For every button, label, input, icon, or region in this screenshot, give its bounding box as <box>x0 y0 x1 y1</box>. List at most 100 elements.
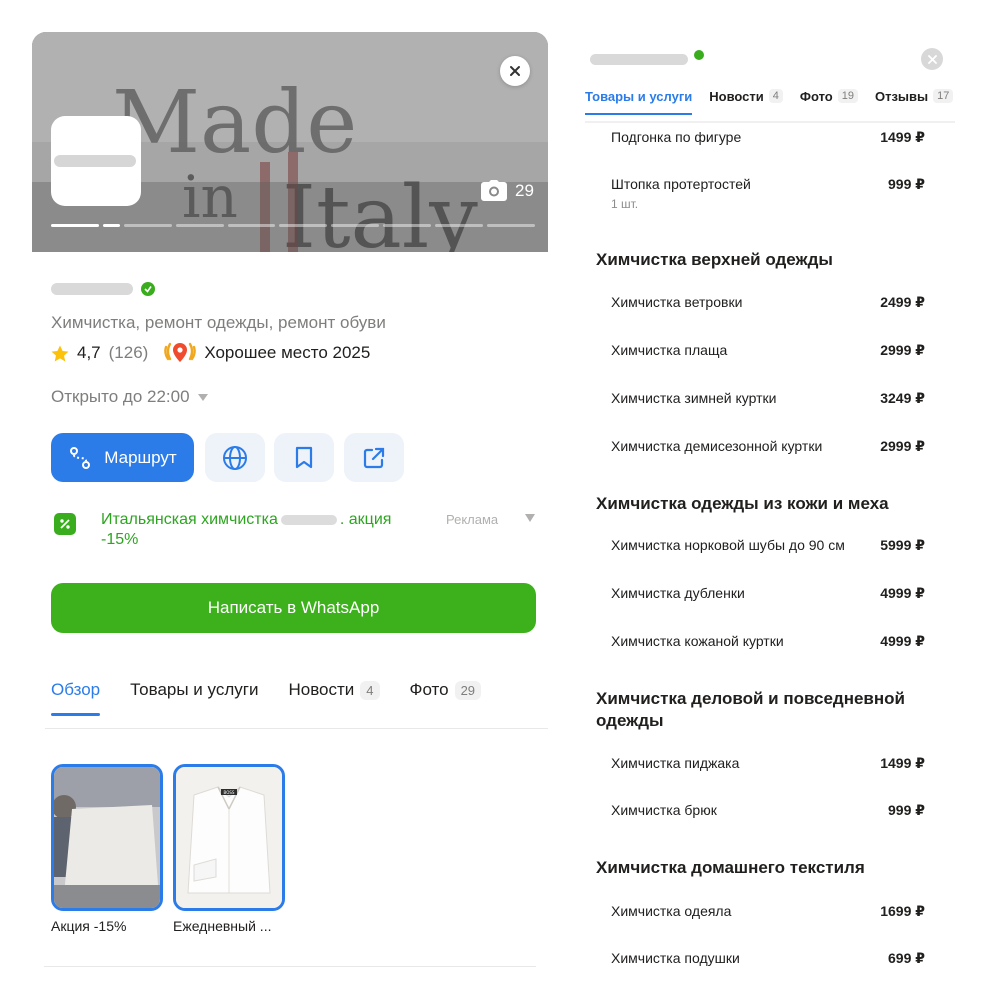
tab-label: Новости <box>288 680 355 699</box>
category-title: Химчистка одежды из кожи и меха <box>596 494 889 513</box>
item-price: 2999 ₽ <box>880 342 925 358</box>
whatsapp-button[interactable]: Написать в WhatsApp <box>51 583 536 633</box>
divider <box>585 121 955 123</box>
org-card: Made in Italy 29 Химчистка, ремонт одежд… <box>32 32 548 1000</box>
price-item[interactable]: Подгонка по фигуре 1499 ₽ <box>611 129 925 146</box>
tab-photos[interactable]: Фото 29 <box>410 675 482 705</box>
route-button[interactable]: Маршрут <box>51 433 194 482</box>
tab-reviews[interactable]: Отзывы 17 <box>875 86 954 106</box>
photo-count: 29 <box>515 180 534 200</box>
tab-label: Товары и услуги <box>130 680 259 699</box>
item-name: Химчистка пиджака <box>611 755 740 771</box>
item-price: 4999 ₽ <box>880 633 925 649</box>
divider <box>44 966 536 967</box>
hero-gallery[interactable]: Made in Italy 29 <box>32 32 548 252</box>
promo-image <box>51 764 163 911</box>
item-price: 999 ₽ <box>888 176 925 192</box>
tab-badge: 4 <box>768 89 783 103</box>
camera-icon <box>481 180 507 201</box>
hero-art-text: Made <box>112 73 357 173</box>
promo-card[interactable]: Акция -15% <box>51 764 163 934</box>
price-item[interactable]: Химчистка плаща 2999 ₽ <box>611 342 925 359</box>
shirt-label: BOSS <box>224 790 235 795</box>
price-item[interactable]: Химчистка одеяла 1699 ₽ <box>611 903 925 920</box>
item-name: Химчистка кожаной куртки <box>611 633 784 649</box>
close-icon <box>510 66 520 76</box>
tab-label: Фото <box>409 680 449 699</box>
category-title: Химчистка домашнего текстиля <box>596 858 865 877</box>
price-item[interactable]: Химчистка пиджака 1499 ₽ <box>611 755 925 772</box>
item-name: Химчистка ветровки <box>611 294 743 310</box>
opening-hours[interactable]: Открыто до 22:00 <box>51 387 208 407</box>
caret-down-icon[interactable] <box>525 514 535 522</box>
rating-row[interactable]: 4,7 (126) Хорошее место 2025 <box>51 342 370 364</box>
promo-image: BOSS <box>173 764 285 911</box>
close-icon <box>927 54 937 64</box>
award-pin-icon <box>164 342 197 362</box>
photo-counter[interactable]: 29 <box>481 180 534 201</box>
ad-label: Реклама <box>446 512 499 527</box>
verified-icon <box>141 282 155 296</box>
rating-value: 4,7 <box>77 343 101 362</box>
tab-badge: 17 <box>933 89 954 103</box>
item-price: 1699 ₽ <box>880 903 925 919</box>
item-price: 4999 ₽ <box>880 585 925 601</box>
star-icon <box>51 345 69 361</box>
org-name <box>51 282 155 296</box>
good-place-award[interactable]: Хорошее место 2025 <box>162 341 370 365</box>
tab-news[interactable]: Новости 4 <box>288 675 380 705</box>
ad-banner[interactable]: Итальянская химчистка. акция -15% Реклам… <box>51 510 537 560</box>
item-price: 2499 ₽ <box>880 294 925 310</box>
bookmark-icon <box>295 446 313 468</box>
blurred-name <box>51 283 133 295</box>
item-name: Штопка протертостей <box>611 176 751 192</box>
tab-overview[interactable]: Обзор <box>51 675 101 716</box>
price-item[interactable]: Химчистка дубленки 4999 ₽ <box>611 585 925 602</box>
right-tabs: Товары и услуги Новости 4 Фото 19 Отзывы… <box>585 86 955 115</box>
blurred-name <box>590 54 688 65</box>
item-name: Химчистка дубленки <box>611 585 745 601</box>
close-button[interactable] <box>500 56 530 86</box>
promo-caption: Ежедневный ... <box>173 918 272 934</box>
item-price: 5999 ₽ <box>880 537 925 553</box>
verified-icon <box>694 49 704 60</box>
price-item[interactable]: Химчистка кожаной куртки 4999 ₽ <box>611 633 925 650</box>
item-price: 1499 ₽ <box>880 129 925 145</box>
price-item[interactable]: Химчистка норковой шубы до 90 см 5999 ₽ <box>611 537 925 554</box>
item-price: 2999 ₽ <box>880 438 925 454</box>
price-item[interactable]: Штопка протертостей 1 шт. 999 ₽ <box>611 176 925 211</box>
item-price: 999 ₽ <box>888 802 925 818</box>
item-unit: 1 шт. <box>611 197 639 211</box>
org-name <box>590 49 704 65</box>
item-price: 1499 ₽ <box>880 755 925 771</box>
tab-news[interactable]: Новости 4 <box>709 86 783 106</box>
bookmark-button[interactable] <box>274 433 334 482</box>
promo-card[interactable]: BOSS Ежедневный ... <box>173 764 285 934</box>
price-item[interactable]: Химчистка зимней куртки 3249 ₽ <box>611 390 925 407</box>
item-name: Химчистка норковой шубы до 90 см <box>611 537 845 553</box>
item-name: Химчистка плаща <box>611 342 728 358</box>
share-button[interactable] <box>344 433 404 482</box>
promo-caption: Акция -15% <box>51 918 127 934</box>
divider <box>45 728 548 729</box>
tab-badge: 29 <box>454 680 482 700</box>
price-item[interactable]: Химчистка демисезонной куртки 2999 ₽ <box>611 438 925 455</box>
tab-goods[interactable]: Товары и услуги <box>130 675 258 705</box>
ad-text[interactable]: Итальянская химчистка. акция -15% <box>101 510 431 550</box>
share-icon <box>363 447 385 468</box>
tab-badge: 4 <box>360 680 380 700</box>
price-item[interactable]: Химчистка брюк 999 ₽ <box>611 802 925 819</box>
route-label: Маршрут <box>104 447 177 467</box>
item-name: Химчистка зимней куртки <box>611 390 777 406</box>
goods-panel: Товары и услуги Новости 4 Фото 19 Отзывы… <box>585 44 955 1000</box>
website-button[interactable] <box>205 433 265 482</box>
price-item[interactable]: Химчистка подушки 699 ₽ <box>611 950 925 967</box>
category-title: Химчистка деловой и повседневной одежды <box>596 689 905 730</box>
tab-goods[interactable]: Товары и услуги <box>585 86 693 115</box>
price-item[interactable]: Химчистка ветровки 2499 ₽ <box>611 294 925 311</box>
tab-photos[interactable]: Фото 19 <box>800 86 858 106</box>
hours-text: Открыто до 22:00 <box>51 387 190 406</box>
globe-icon <box>223 445 247 470</box>
tab-label: Обзор <box>51 680 101 699</box>
close-button[interactable] <box>921 48 943 70</box>
